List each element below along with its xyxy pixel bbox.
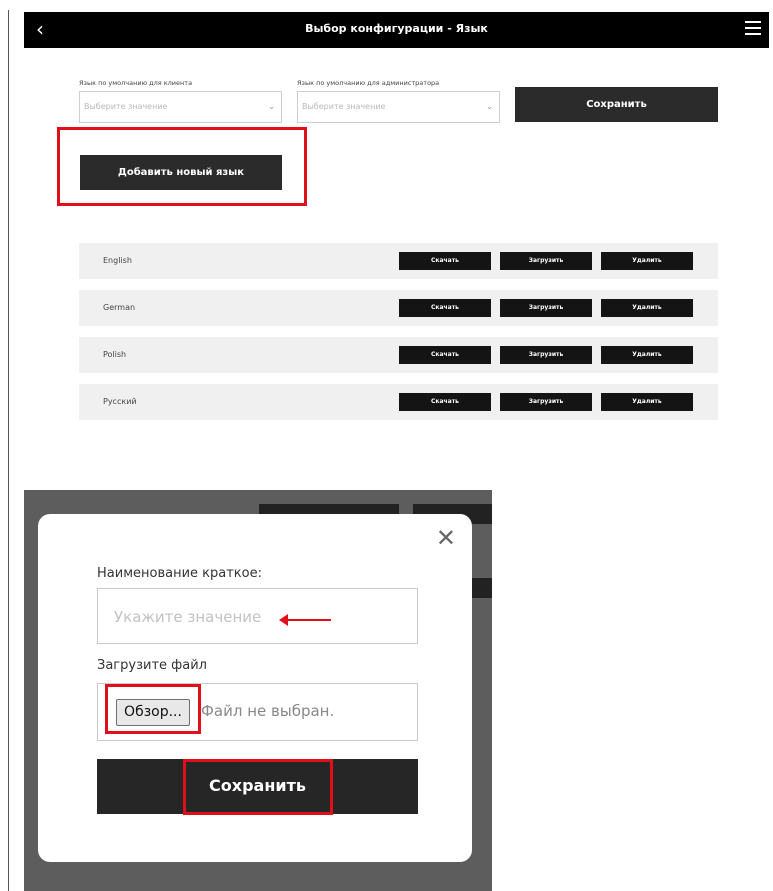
language-row: English Скачать Загрузить Удалить	[79, 243, 718, 279]
delete-button[interactable]: Удалить	[601, 299, 693, 317]
close-icon[interactable]: ✕	[436, 526, 456, 550]
highlight-box	[105, 684, 201, 734]
file-input[interactable]: Обзор... Файл не выбран.	[97, 683, 418, 741]
upload-button[interactable]: Загрузить	[500, 252, 592, 270]
download-button[interactable]: Скачать	[399, 346, 491, 364]
upload-button[interactable]: Загрузить	[500, 299, 592, 317]
modal-overlay: ✕ Наименование краткое: Укажите значение…	[24, 490, 492, 891]
select-placeholder: Выберите значение	[84, 102, 168, 111]
app-header: ‹ Выбор конфигурации - Язык	[24, 12, 769, 48]
file-status: Файл не выбран.	[201, 702, 335, 720]
short-name-placeholder: Укажите значение	[114, 608, 262, 626]
highlight-box	[183, 759, 333, 815]
hamburger-menu-icon[interactable]	[745, 21, 761, 35]
arrow-left-icon	[279, 614, 331, 626]
select-placeholder: Выберите значение	[302, 102, 386, 111]
chevron-down-icon: ⌄	[486, 102, 493, 111]
page-title: Выбор конфигурации - Язык	[305, 22, 488, 35]
modal-save-button[interactable]: Сохранить	[97, 759, 418, 815]
default-admin-language-label: Язык по умолчанию для администратора	[297, 79, 440, 87]
save-button[interactable]: Сохранить	[515, 87, 718, 122]
language-row: Polish Скачать Загрузить Удалить	[79, 337, 718, 373]
default-admin-language-select[interactable]: Выберите значение ⌄	[297, 91, 500, 123]
default-client-language-group: Язык по умолчанию для клиента Выберите з…	[79, 79, 282, 123]
download-button[interactable]: Скачать	[399, 299, 491, 317]
file-label: Загрузите файл	[97, 658, 207, 673]
language-name: Polish	[103, 350, 127, 359]
default-client-language-select[interactable]: Выберите значение ⌄	[79, 91, 282, 123]
delete-button[interactable]: Удалить	[601, 393, 693, 411]
language-row: Русский Скачать Загрузить Удалить	[79, 384, 718, 420]
add-language-modal: ✕ Наименование краткое: Укажите значение…	[38, 514, 472, 862]
delete-button[interactable]: Удалить	[601, 252, 693, 270]
upload-button[interactable]: Загрузить	[500, 393, 592, 411]
language-name: English	[103, 256, 132, 265]
short-name-label: Наименование краткое:	[97, 566, 262, 581]
download-button[interactable]: Скачать	[399, 252, 491, 270]
chevron-down-icon: ⌄	[268, 102, 275, 111]
add-language-button[interactable]: Добавить новый язык	[80, 155, 282, 190]
short-name-input[interactable]: Укажите значение	[97, 588, 418, 644]
delete-button[interactable]: Удалить	[601, 346, 693, 364]
language-name: German	[103, 303, 136, 312]
document-page: ‹ Выбор конфигурации - Язык Язык по умол…	[0, 0, 773, 891]
download-button[interactable]: Скачать	[399, 393, 491, 411]
language-row: German Скачать Загрузить Удалить	[79, 290, 718, 326]
upload-button[interactable]: Загрузить	[500, 346, 592, 364]
language-name: Русский	[103, 397, 137, 406]
default-client-language-label: Язык по умолчанию для клиента	[79, 79, 193, 87]
default-admin-language-group: Язык по умолчанию для администратора Выб…	[297, 79, 500, 123]
page-border	[8, 10, 9, 891]
